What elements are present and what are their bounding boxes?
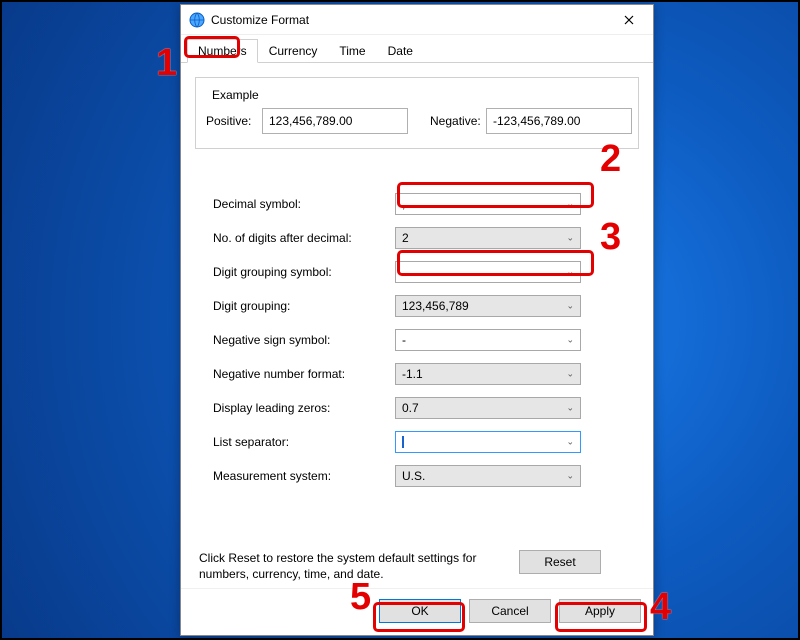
row-neg-format: Negative number format: -1.1 ⌄ — [213, 363, 635, 385]
neg-format-combo[interactable]: -1.1 ⌄ — [395, 363, 581, 385]
grouping-symbol-value: . — [402, 265, 405, 279]
leading-zeros-value: 0.7 — [402, 401, 419, 415]
row-decimal-symbol: Decimal symbol: , ⌄ — [213, 193, 635, 215]
close-icon — [624, 15, 634, 25]
neg-sign-value: - — [402, 333, 406, 347]
annotation-number-1: 1 — [156, 42, 177, 85]
row-grouping-symbol: Digit grouping symbol: . ⌄ — [213, 261, 635, 283]
settings-list: Decimal symbol: , ⌄ No. of digits after … — [195, 193, 639, 487]
digits-after-label: No. of digits after decimal: — [213, 231, 395, 245]
text-cursor — [402, 436, 404, 448]
tab-strip: Numbers Currency Time Date — [181, 35, 653, 63]
row-digit-grouping: Digit grouping: 123,456,789 ⌄ — [213, 295, 635, 317]
tab-time[interactable]: Time — [328, 39, 376, 63]
chevron-down-icon: ⌄ — [566, 335, 574, 346]
row-leading-zeros: Display leading zeros: 0.7 ⌄ — [213, 397, 635, 419]
digit-grouping-combo[interactable]: 123,456,789 ⌄ — [395, 295, 581, 317]
titlebar: Customize Format — [181, 5, 653, 35]
leading-zeros-combo[interactable]: 0.7 ⌄ — [395, 397, 581, 419]
close-button[interactable] — [607, 6, 651, 34]
leading-zeros-label: Display leading zeros: — [213, 401, 395, 415]
positive-example — [262, 108, 408, 134]
negative-example — [486, 108, 632, 134]
row-list-separator: List separator: ⌄ — [213, 431, 635, 453]
measurement-value: U.S. — [402, 469, 425, 483]
negative-label: Negative: — [430, 114, 478, 128]
chevron-down-icon: ⌄ — [566, 471, 574, 482]
tab-numbers[interactable]: Numbers — [187, 39, 258, 63]
list-sep-combo[interactable]: ⌄ — [395, 431, 581, 453]
neg-format-label: Negative number format: — [213, 367, 395, 381]
positive-label: Positive: — [206, 114, 254, 128]
chevron-down-icon: ⌄ — [566, 437, 574, 448]
measurement-label: Measurement system: — [213, 469, 395, 483]
reset-button[interactable]: Reset — [519, 550, 601, 574]
reset-note: Click Reset to restore the system defaul… — [199, 550, 499, 582]
digits-after-combo[interactable]: 2 ⌄ — [395, 227, 581, 249]
tab-date[interactable]: Date — [377, 39, 424, 63]
globe-icon — [189, 12, 205, 28]
chevron-down-icon: ⌄ — [566, 301, 574, 312]
chevron-down-icon: ⌄ — [566, 233, 574, 244]
chevron-down-icon: ⌄ — [566, 267, 574, 278]
example-legend: Example — [208, 88, 263, 102]
example-group: Example Positive: Negative: — [195, 77, 639, 149]
row-digits-after: No. of digits after decimal: 2 ⌄ — [213, 227, 635, 249]
grouping-symbol-label: Digit grouping symbol: — [213, 265, 395, 279]
tab-currency[interactable]: Currency — [258, 39, 329, 63]
neg-sign-combo[interactable]: - ⌄ — [395, 329, 581, 351]
chevron-down-icon: ⌄ — [566, 403, 574, 414]
neg-sign-label: Negative sign symbol: — [213, 333, 395, 347]
apply-button[interactable]: Apply — [559, 599, 641, 623]
decimal-symbol-value: , — [402, 197, 405, 211]
digit-grouping-value: 123,456,789 — [402, 299, 469, 313]
digit-grouping-label: Digit grouping: — [213, 299, 395, 313]
list-sep-label: List separator: — [213, 435, 395, 449]
cancel-button[interactable]: Cancel — [469, 599, 551, 623]
row-neg-sign: Negative sign symbol: - ⌄ — [213, 329, 635, 351]
desktop-background: Customize Format Numbers Currency Time D… — [0, 0, 800, 640]
decimal-symbol-label: Decimal symbol: — [213, 197, 395, 211]
decimal-symbol-combo[interactable]: , ⌄ — [395, 193, 581, 215]
reset-footer: Click Reset to restore the system defaul… — [195, 544, 639, 582]
row-measurement: Measurement system: U.S. ⌄ — [213, 465, 635, 487]
grouping-symbol-combo[interactable]: . ⌄ — [395, 261, 581, 283]
digits-after-value: 2 — [402, 231, 409, 245]
neg-format-value: -1.1 — [402, 367, 423, 381]
dialog-buttons: OK Cancel Apply — [181, 588, 653, 635]
customize-format-dialog: Customize Format Numbers Currency Time D… — [180, 4, 654, 636]
chevron-down-icon: ⌄ — [566, 369, 574, 380]
tab-content-numbers: Example Positive: Negative: Decimal symb… — [181, 62, 653, 588]
ok-button[interactable]: OK — [379, 599, 461, 623]
measurement-combo[interactable]: U.S. ⌄ — [395, 465, 581, 487]
chevron-down-icon: ⌄ — [566, 199, 574, 210]
window-title: Customize Format — [211, 13, 607, 27]
